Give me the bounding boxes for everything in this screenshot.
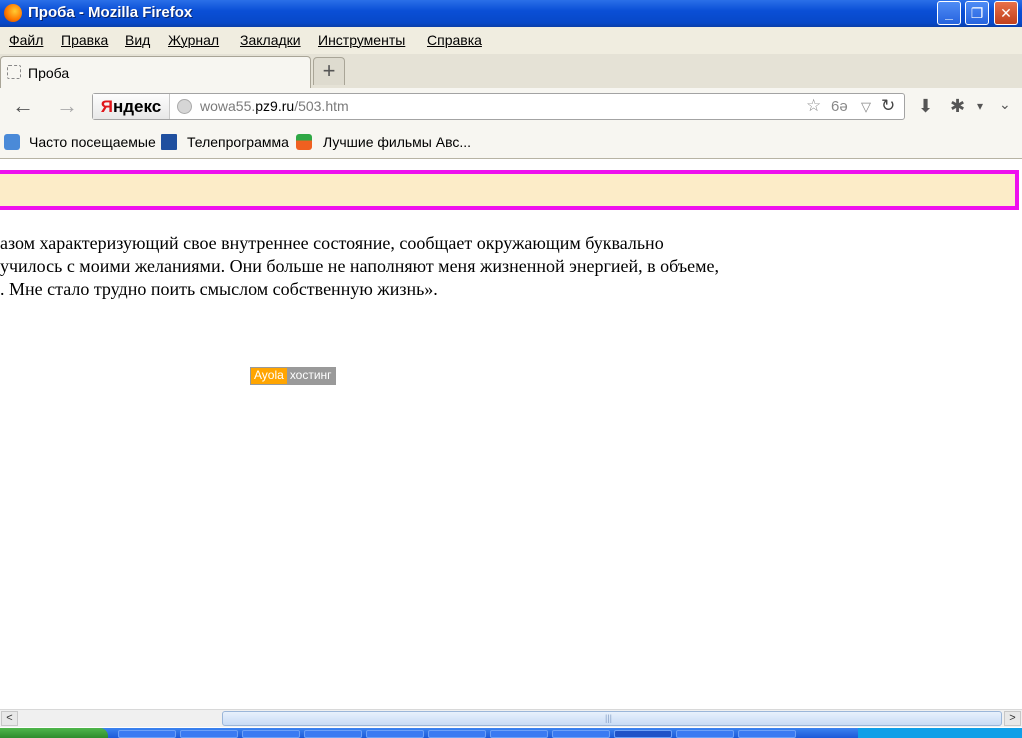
taskbar-button[interactable]: [304, 730, 362, 738]
menu-bookmarks[interactable]: Закладки: [240, 32, 301, 48]
hosting-label: хостинг: [286, 368, 335, 384]
globe-icon: [177, 99, 192, 114]
menu-help[interactable]: Справка: [427, 32, 482, 48]
search-folder-icon: [4, 134, 20, 150]
scroll-left-arrow[interactable]: <: [1, 711, 18, 726]
article-line: . Мне стало трудно поить смыслом собстве…: [0, 279, 438, 299]
scroll-right-arrow[interactable]: >: [1004, 711, 1021, 726]
article-text: азом характеризующий свое внутреннее сос…: [0, 232, 1022, 301]
movie-gift-icon: [296, 134, 312, 150]
navigation-toolbar: ← → Яндекс wowa55.pz9.ru/503.htm ☆ 6ə ▽ …: [0, 88, 1022, 126]
forward-button[interactable]: →: [56, 95, 78, 117]
yandex-search-button[interactable]: Яндекс: [93, 94, 170, 119]
url-host: pz9.ru: [255, 98, 295, 114]
article-line: училось с моими желаниями. Они больше не…: [0, 256, 720, 276]
blank-page-icon: [7, 65, 21, 79]
addon-icon[interactable]: ✱: [950, 96, 965, 117]
url-input[interactable]: wowa55.pz9.ru/503.htm: [200, 98, 349, 114]
url-prefix: wowa55.: [200, 98, 256, 114]
tab-title: Проба: [28, 65, 70, 81]
menu-tools[interactable]: Инструменты: [318, 32, 405, 48]
menu-view[interactable]: Вид: [125, 32, 150, 48]
close-button[interactable]: ✕: [994, 1, 1018, 25]
url-bar[interactable]: Яндекс wowa55.pz9.ru/503.htm ☆ 6ə ▽ ↻: [92, 93, 905, 120]
bookmark-star-icon[interactable]: ☆: [806, 96, 821, 116]
new-tab-button[interactable]: +: [313, 57, 345, 85]
taskbar-button[interactable]: [428, 730, 486, 738]
start-button[interactable]: [0, 728, 108, 738]
highlight-banner: [0, 170, 1019, 210]
bookmarks-toolbar: Часто посещаемые Телепрограмма Лучшие фи…: [0, 126, 1022, 159]
back-button[interactable]: ←: [12, 95, 34, 117]
bookmark-most-visited[interactable]: Часто посещаемые: [29, 134, 156, 150]
yandex-logo-rest: ндекс: [112, 97, 162, 116]
history-dropdown-icon[interactable]: ▽: [861, 99, 871, 115]
menu-edit[interactable]: Правка: [61, 32, 108, 48]
tv-icon: [161, 134, 177, 150]
page-top-space: [0, 159, 1022, 169]
bookmark-best-movies[interactable]: Лучшие фильмы Авс...: [323, 134, 471, 150]
scroll-grip-icon: |||: [605, 713, 613, 723]
restore-button[interactable]: ❐: [965, 1, 989, 25]
taskbar-button[interactable]: [180, 730, 238, 738]
tab-active[interactable]: Проба: [0, 56, 311, 88]
menu-bar: Файл Правка Вид Журнал Закладки Инструме…: [0, 27, 1022, 54]
taskbar-button[interactable]: [552, 730, 610, 738]
taskbar-button[interactable]: [242, 730, 300, 738]
tab-bar: Проба +: [0, 54, 1022, 89]
scroll-thumb[interactable]: |||: [222, 711, 1002, 726]
menu-history[interactable]: Журнал: [168, 32, 219, 48]
bookmark-tv-program[interactable]: Телепрограмма: [187, 134, 289, 150]
window-title-bar[interactable]: Проба - Mozilla Firefox _ ❐ ✕: [0, 0, 1022, 27]
windows-taskbar: [0, 728, 1022, 738]
taskbar-button-active[interactable]: [614, 730, 672, 738]
menu-file[interactable]: Файл: [9, 32, 43, 48]
toolbar-more-icon[interactable]: ⌄: [999, 96, 1011, 113]
reload-icon[interactable]: ↻: [881, 96, 895, 116]
system-tray: [858, 728, 1022, 738]
minimize-button[interactable]: _: [937, 1, 961, 25]
download-icon[interactable]: ⬇: [918, 96, 933, 117]
firefox-logo-icon: [4, 4, 22, 22]
article-line: азом характеризующий свое внутреннее сос…: [0, 233, 664, 253]
taskbar-button[interactable]: [738, 730, 796, 738]
reader-glasses-icon[interactable]: 6ə: [831, 98, 848, 115]
taskbar-button[interactable]: [118, 730, 176, 738]
url-path: /503.htm: [294, 98, 349, 114]
addon-menu-caret-icon[interactable]: ▾: [977, 99, 983, 113]
hosting-badge-link[interactable]: Ayola хостинг: [250, 367, 336, 385]
taskbar-button[interactable]: [490, 730, 548, 738]
yandex-logo-letter: Я: [100, 97, 113, 116]
taskbar-button[interactable]: [366, 730, 424, 738]
hosting-brand: Ayola: [251, 368, 287, 384]
taskbar-button[interactable]: [676, 730, 734, 738]
horizontal-scrollbar[interactable]: < ||| >: [0, 709, 1022, 727]
window-title: Проба - Mozilla Firefox: [28, 4, 193, 21]
